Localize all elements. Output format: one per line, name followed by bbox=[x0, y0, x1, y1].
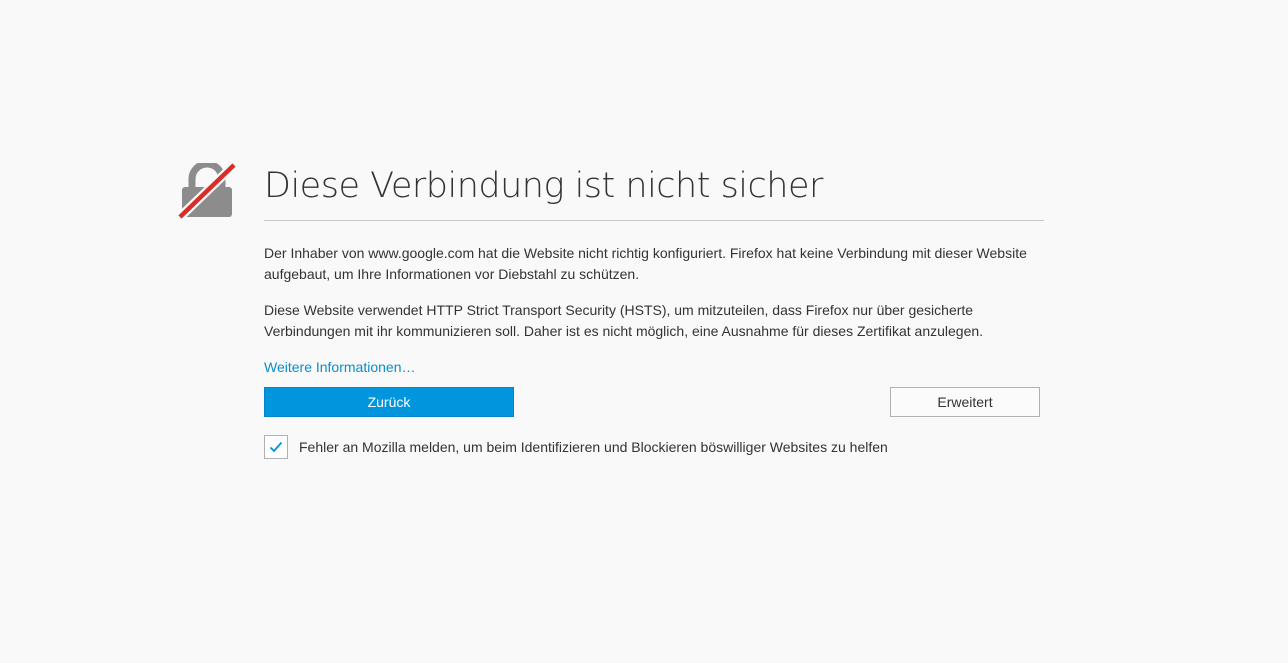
advanced-button[interactable]: Erweitert bbox=[890, 387, 1040, 417]
report-checkbox[interactable] bbox=[264, 435, 288, 459]
page-title: Diese Verbindung ist nicht sicher bbox=[264, 160, 1044, 221]
report-row: Fehler an Mozilla melden, um beim Identi… bbox=[264, 434, 1044, 460]
error-content: Diese Verbindung ist nicht sicher Der In… bbox=[264, 160, 1044, 460]
back-button[interactable]: Zurück bbox=[264, 387, 514, 417]
hsts-description: Diese Website verwendet HTTP Strict Tran… bbox=[264, 302, 984, 339]
broken-lock-icon bbox=[178, 163, 236, 219]
learn-more-link[interactable]: Weitere Informationen… bbox=[264, 357, 415, 378]
error-page: Diese Verbindung ist nicht sicher Der In… bbox=[0, 0, 1288, 663]
button-row: Zurück Erweitert bbox=[264, 387, 1040, 417]
checkmark-icon bbox=[269, 441, 283, 453]
report-checkbox-label[interactable]: Fehler an Mozilla melden, um beim Identi… bbox=[299, 437, 888, 458]
error-description: Der Inhaber von www.google.com hat die W… bbox=[264, 245, 1027, 282]
